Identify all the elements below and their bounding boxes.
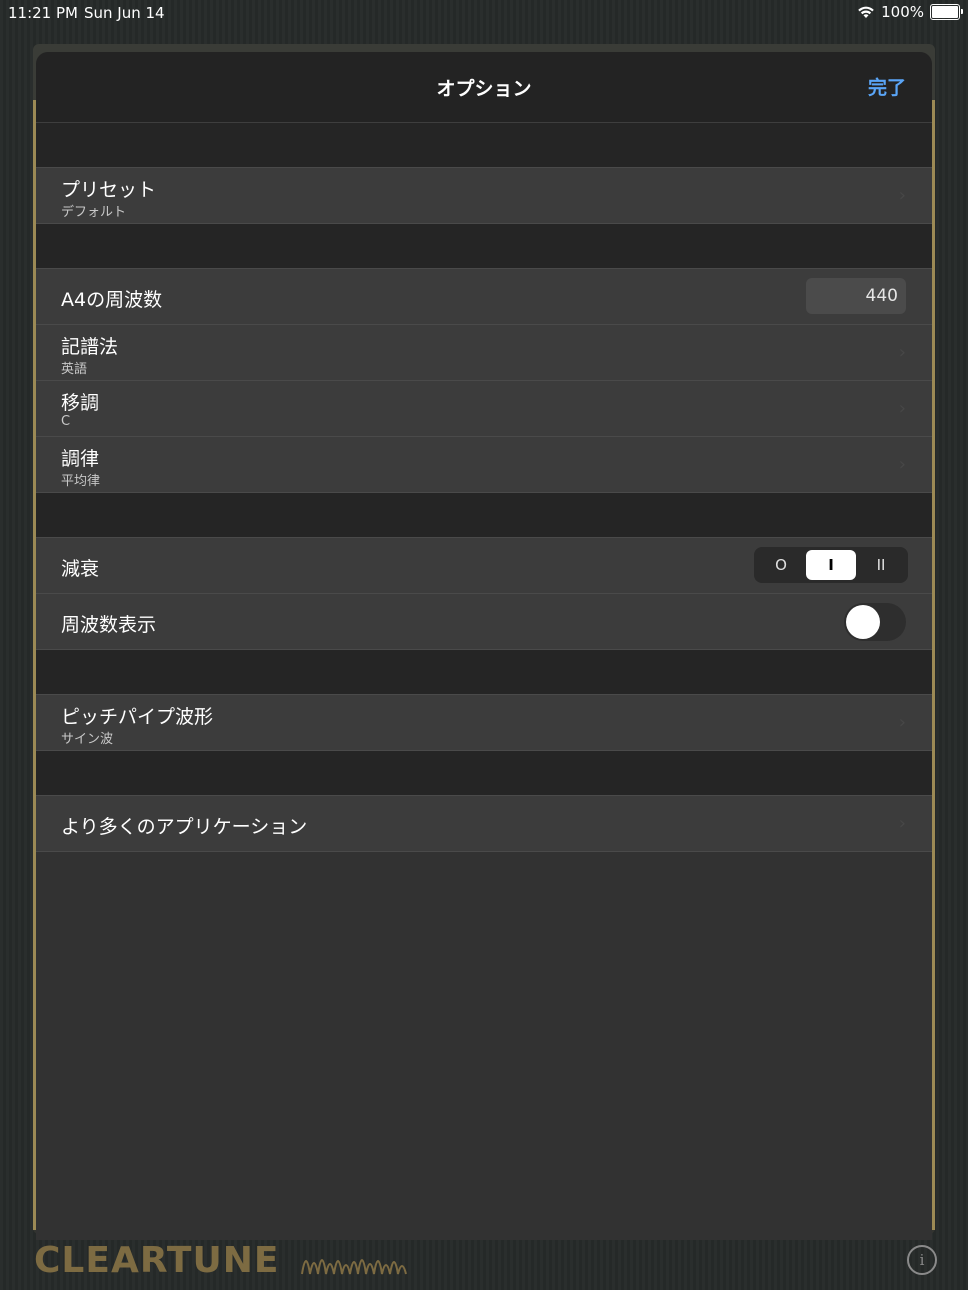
notation-label: 記譜法	[61, 336, 119, 358]
waveform-value: サイン波	[61, 732, 114, 747]
chevron-right-icon: ›	[898, 398, 906, 419]
options-modal: オプション 完了 プリセット デフォルト › A4の周波数 440 記譜法 英語…	[36, 52, 932, 1240]
cleartune-logo: CLEARTUNE	[34, 1240, 280, 1281]
more-section: より多くのアプリケーション ›	[36, 795, 932, 852]
waveform-label: ピッチパイプ波形	[61, 706, 214, 728]
damping-row: 減衰 O I II	[36, 538, 932, 594]
toggle-knob	[846, 605, 880, 639]
temperament-row[interactable]: 調律 平均律 ›	[36, 437, 932, 492]
chevron-right-icon: ›	[898, 813, 906, 834]
temperament-label: 調律	[61, 448, 100, 470]
status-bar: 11:21 PM Sun Jun 14 100%	[0, 0, 968, 26]
done-button[interactable]: 完了	[868, 73, 906, 100]
section-gap	[36, 493, 932, 537]
nav-bar: オプション 完了	[36, 52, 932, 123]
bottom-bar: CLEARTUNE i	[0, 1240, 968, 1290]
frequency-label: A4の周波数	[61, 289, 163, 311]
notation-value: 英語	[61, 362, 88, 377]
wifi-icon	[858, 6, 874, 18]
status-right: 100%	[857, 3, 963, 21]
more-apps-row[interactable]: より多くのアプリケーション ›	[36, 796, 932, 851]
damping-option-ii[interactable]: II	[856, 550, 906, 580]
chevron-right-icon: ›	[898, 185, 906, 206]
section-gap	[36, 224, 932, 268]
waveform-row[interactable]: ピッチパイプ波形 サイン波 ›	[36, 695, 932, 750]
preset-label: プリセット	[61, 179, 157, 201]
damping-option-o[interactable]: O	[756, 550, 806, 580]
damping-label: 減衰	[61, 558, 100, 580]
freq-display-row: 周波数表示	[36, 594, 932, 649]
info-icon[interactable]: i	[907, 1245, 937, 1275]
status-time: 11:21 PM	[8, 4, 78, 22]
preset-value: デフォルト	[61, 205, 127, 220]
damping-segmented-control[interactable]: O I II	[754, 547, 908, 583]
preset-section: プリセット デフォルト ›	[36, 167, 932, 224]
preset-row[interactable]: プリセット デフォルト ›	[36, 168, 932, 223]
waveform-section: ピッチパイプ波形 サイン波 ›	[36, 694, 932, 751]
background-rail-right	[932, 100, 935, 1230]
freq-display-toggle[interactable]	[844, 603, 906, 641]
waveform-logo-icon	[301, 1259, 407, 1275]
transpose-row[interactable]: 移調 C ›	[36, 381, 932, 437]
chevron-right-icon: ›	[898, 342, 906, 363]
display-section: 減衰 O I II 周波数表示	[36, 537, 932, 650]
freq-display-label: 周波数表示	[61, 614, 157, 636]
chevron-right-icon: ›	[898, 712, 906, 733]
tuning-section: A4の周波数 440 記譜法 英語 › 移調 C › 調律 平均律 ›	[36, 268, 932, 493]
transpose-value: C	[61, 414, 71, 429]
damping-option-i[interactable]: I	[806, 550, 856, 580]
battery-icon	[930, 4, 963, 20]
section-gap	[36, 751, 932, 795]
frequency-row: A4の周波数 440	[36, 269, 932, 325]
section-gap	[36, 123, 932, 167]
status-date: Sun Jun 14	[84, 4, 165, 22]
transpose-label: 移調	[61, 392, 100, 414]
nav-title: オプション	[436, 78, 532, 100]
chevron-right-icon: ›	[898, 454, 906, 475]
notation-row[interactable]: 記譜法 英語 ›	[36, 325, 932, 381]
temperament-value: 平均律	[61, 474, 101, 489]
section-gap	[36, 650, 932, 694]
battery-percent: 100%	[881, 3, 924, 21]
frequency-field[interactable]: 440	[806, 278, 906, 314]
more-apps-label: より多くのアプリケーション	[61, 816, 308, 838]
